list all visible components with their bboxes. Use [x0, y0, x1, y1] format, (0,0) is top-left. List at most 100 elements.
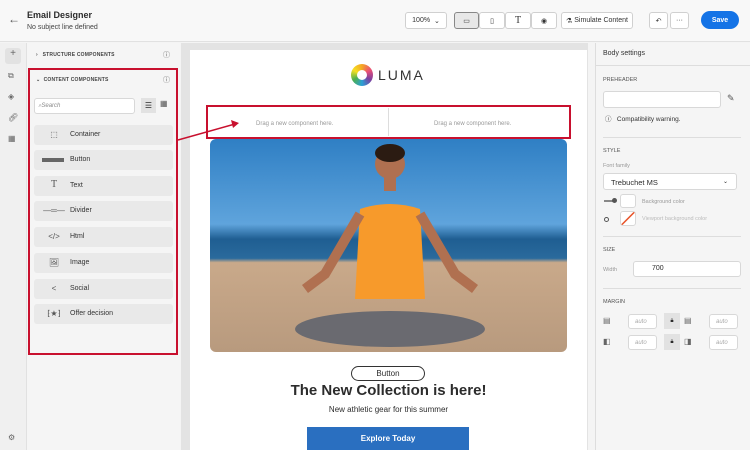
settings-icon[interactable]: ⚙	[8, 433, 15, 442]
font-family-value: Trebuchet MS	[611, 178, 658, 187]
bg-color-toggle[interactable]	[604, 198, 617, 203]
share-icon: <	[51, 284, 57, 293]
component-divider[interactable]: —═— Divider	[34, 201, 173, 221]
info-icon[interactable]: ⓘ	[163, 75, 170, 85]
column-divider	[388, 108, 389, 136]
margin-label: MARGIN	[603, 299, 625, 305]
offer-icon: ⁅★⁆	[47, 309, 61, 318]
preview-eye-icon[interactable]: ◉	[531, 12, 557, 29]
chevron-down-icon: ⌄	[722, 179, 728, 185]
component-social[interactable]: < Social	[34, 279, 173, 299]
item-label: Offer decision	[70, 310, 114, 317]
preheader-label: PREHEADER	[603, 77, 638, 83]
bg-color-swatch[interactable]	[620, 194, 636, 208]
margin-bottom-icon: ▤	[684, 316, 692, 325]
preheader-input[interactable]	[603, 91, 721, 108]
margin-top-input[interactable]: auto	[628, 314, 657, 329]
bg-color-label: Background color	[642, 199, 685, 205]
item-label: Html	[70, 233, 85, 240]
luma-logo-icon	[351, 64, 373, 86]
grid-view-icon[interactable]: ▦	[160, 99, 168, 108]
item-label: Image	[70, 259, 90, 266]
structure-components-toggle[interactable]: › STRUCTURE COMPONENTS	[36, 52, 115, 58]
compatibility-warning[interactable]: ⓘ Compatibility warning.	[605, 113, 681, 123]
header	[0, 0, 750, 42]
hero-image[interactable]	[210, 139, 567, 352]
component-offer-decision[interactable]: ⁅★⁆ Offer decision	[34, 304, 173, 324]
item-label: Divider	[70, 207, 92, 214]
content-components-toggle[interactable]: ⌄ CONTENT COMPONENTS	[36, 77, 109, 83]
item-label: Text	[70, 182, 83, 189]
explore-today-button[interactable]: Explore Today	[307, 427, 469, 450]
subject-line: No subject line defined	[27, 24, 98, 31]
divider	[603, 288, 741, 289]
page-title: Email Designer	[27, 10, 93, 20]
margin-right-icon: ◨	[684, 337, 692, 346]
code-icon: </>	[48, 232, 60, 241]
zoom-value: 100%	[412, 17, 431, 24]
link-icon[interactable]: 🔗︎	[8, 113, 18, 122]
layers-icon[interactable]: ◈	[8, 92, 14, 101]
margin-top-icon: ▤	[603, 316, 611, 325]
width-value: 700	[652, 265, 664, 272]
structure-title: STRUCTURE COMPONENTS	[42, 52, 115, 58]
item-label: Social	[70, 285, 90, 292]
drop-zone-right[interactable]: Drag a new component here.	[434, 121, 511, 127]
divider	[596, 65, 750, 66]
email-headline[interactable]: The New Collection is here!	[190, 382, 587, 399]
width-input[interactable]: 700	[633, 261, 741, 277]
add-components-icon[interactable]: +	[5, 48, 21, 64]
component-image[interactable]: 🖼︎ Image	[34, 253, 173, 273]
yoga-figure-image	[295, 144, 485, 347]
assets-icon[interactable]: ▦	[8, 134, 16, 143]
width-label: Width	[603, 267, 618, 273]
email-subline[interactable]: New athletic gear for this summer	[190, 405, 587, 414]
info-icon: ⓘ	[605, 116, 617, 123]
margin-bottom-input[interactable]: auto	[709, 314, 738, 329]
font-family-select[interactable]: Trebuchet MS ⌄	[603, 173, 737, 190]
divider	[603, 137, 741, 138]
back-arrow-icon[interactable]: ←	[8, 12, 20, 26]
lock-icon[interactable]: 🔒︎	[664, 313, 680, 329]
button-icon	[42, 158, 64, 162]
logo-text: LUMA	[378, 67, 425, 83]
info-icon[interactable]: ⓘ	[163, 50, 170, 60]
style-label: STYLE	[603, 148, 621, 154]
drop-zone-left[interactable]: Drag a new component here.	[256, 121, 333, 127]
item-label: Button	[70, 156, 91, 163]
warning-text: Compatibility warning.	[616, 116, 681, 123]
edit-pencil-icon[interactable]: ✎	[727, 93, 735, 104]
margin-left-icon: ◧	[603, 337, 611, 346]
mobile-view-icon[interactable]: ▯	[479, 12, 505, 29]
divider	[603, 236, 741, 237]
email-button[interactable]: Button	[351, 366, 425, 381]
size-label: SIZE	[603, 247, 616, 253]
more-icon[interactable]: ···	[670, 12, 689, 29]
viewport-bg-swatch[interactable]	[620, 211, 636, 226]
save-button[interactable]: Save	[701, 11, 739, 29]
component-html[interactable]: </> Html	[34, 227, 173, 247]
fragments-icon[interactable]: ⧉	[8, 71, 14, 81]
component-container[interactable]: ⬚ Container	[34, 125, 173, 145]
margin-right-input[interactable]: auto	[709, 335, 738, 350]
flask-icon: ⚗	[566, 17, 575, 25]
lock-icon[interactable]: 🔒︎	[664, 334, 680, 350]
desktop-view-icon[interactable]: ▭	[454, 12, 479, 29]
zoom-select[interactable]: 100% ⌄	[405, 12, 447, 29]
left-rail: + ⧉ ◈ 🔗︎ ▦ ⚙	[0, 43, 27, 450]
undo-icon[interactable]: ↶	[649, 12, 668, 29]
content-title: CONTENT COMPONENTS	[43, 77, 109, 83]
image-icon: 🖼︎	[48, 258, 60, 267]
panel-title: Body settings	[603, 50, 646, 57]
simulate-content-button[interactable]: ⚗ Simulate Content	[561, 12, 633, 29]
list-view-icon[interactable]: ☰	[141, 98, 156, 113]
viewport-bg-label: Viewport background color	[642, 216, 708, 222]
simulate-label: Simulate Content	[574, 17, 628, 24]
viewport-bg-toggle[interactable]	[604, 217, 609, 222]
component-button[interactable]: Button	[34, 150, 173, 170]
margin-left-input[interactable]: auto	[628, 335, 657, 350]
search-input[interactable]: ⌕Search	[34, 98, 135, 114]
text-view-icon[interactable]: T	[505, 12, 531, 29]
search-placeholder: Search	[41, 103, 61, 109]
component-text[interactable]: T Text	[34, 176, 173, 196]
